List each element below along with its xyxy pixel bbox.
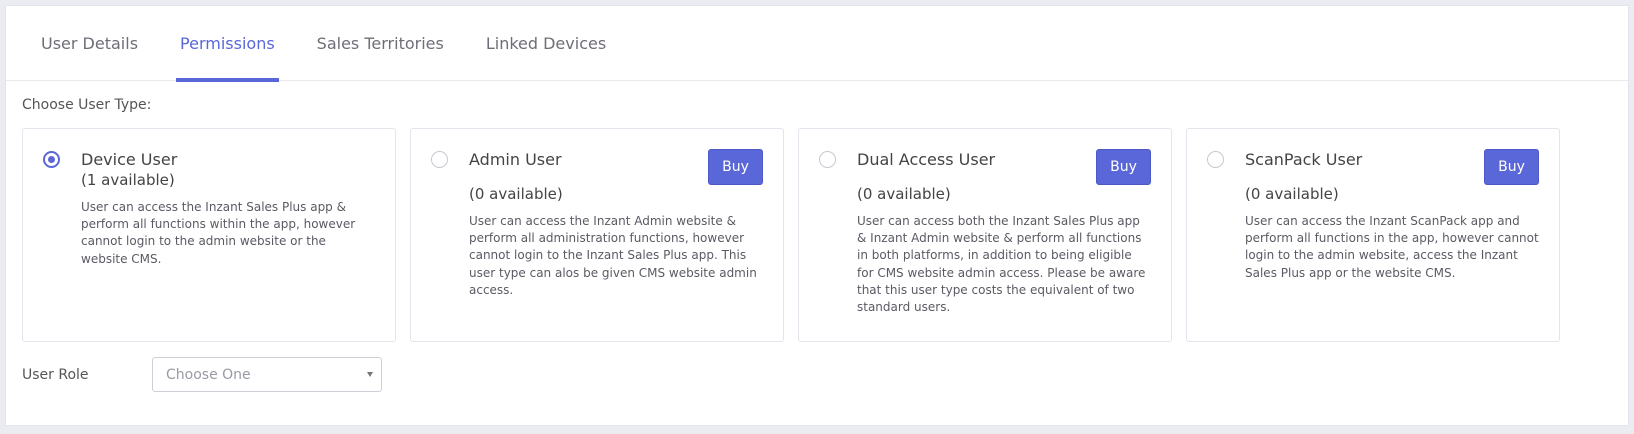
user-type-description: User can access the Inzant ScanPack app …	[1245, 214, 1539, 280]
user-type-title: Dual Access User	[857, 150, 996, 169]
user-type-card-dual-access-user[interactable]: Dual Access User Buy (0 available) User …	[798, 128, 1172, 342]
scanpack-user-radio[interactable]	[1207, 151, 1224, 168]
user-edit-panel: User Details Permissions Sales Territori…	[5, 5, 1629, 426]
user-type-description: User can access both the Inzant Sales Pl…	[857, 214, 1146, 315]
user-type-card-device-user[interactable]: Device User (1 available) User can acces…	[22, 128, 396, 342]
tab-permissions[interactable]: Permissions	[176, 6, 279, 82]
admin-user-buy-button[interactable]: Buy	[708, 149, 763, 185]
user-type-card-admin-user[interactable]: Admin User Buy (0 available) User can ac…	[410, 128, 784, 342]
tab-sales-territories[interactable]: Sales Territories	[313, 6, 448, 81]
user-type-title: ScanPack User	[1245, 150, 1363, 169]
dual-access-user-radio[interactable]	[819, 151, 836, 168]
user-type-card-scanpack-user[interactable]: ScanPack User Buy (0 available) User can…	[1186, 128, 1560, 342]
dual-access-user-buy-button[interactable]: Buy	[1096, 149, 1151, 185]
user-role-select[interactable]: Choose One	[152, 357, 382, 392]
user-type-description: User can access the Inzant Sales Plus ap…	[81, 200, 356, 266]
user-type-title: Admin User	[469, 150, 562, 169]
user-role-placeholder: Choose One	[166, 367, 251, 383]
choose-user-type-label: Choose User Type:	[22, 97, 152, 113]
user-role-label: User Role	[22, 367, 89, 383]
tab-user-details[interactable]: User Details	[37, 6, 142, 81]
user-type-available-count: (0 available)	[857, 185, 951, 203]
user-type-available-count: (0 available)	[469, 185, 563, 203]
scanpack-user-buy-button[interactable]: Buy	[1484, 149, 1539, 185]
user-type-available-count: (0 available)	[1245, 185, 1339, 203]
tab-bar: User Details Permissions Sales Territori…	[6, 6, 1628, 82]
admin-user-radio[interactable]	[431, 151, 448, 168]
device-user-radio[interactable]	[43, 151, 60, 168]
tab-linked-devices[interactable]: Linked Devices	[482, 6, 610, 81]
caret-down-icon	[367, 372, 373, 377]
user-type-title: Device User	[81, 150, 178, 169]
user-type-available-count: (1 available)	[81, 171, 175, 189]
user-type-description: User can access the Inzant Admin website…	[469, 214, 757, 297]
